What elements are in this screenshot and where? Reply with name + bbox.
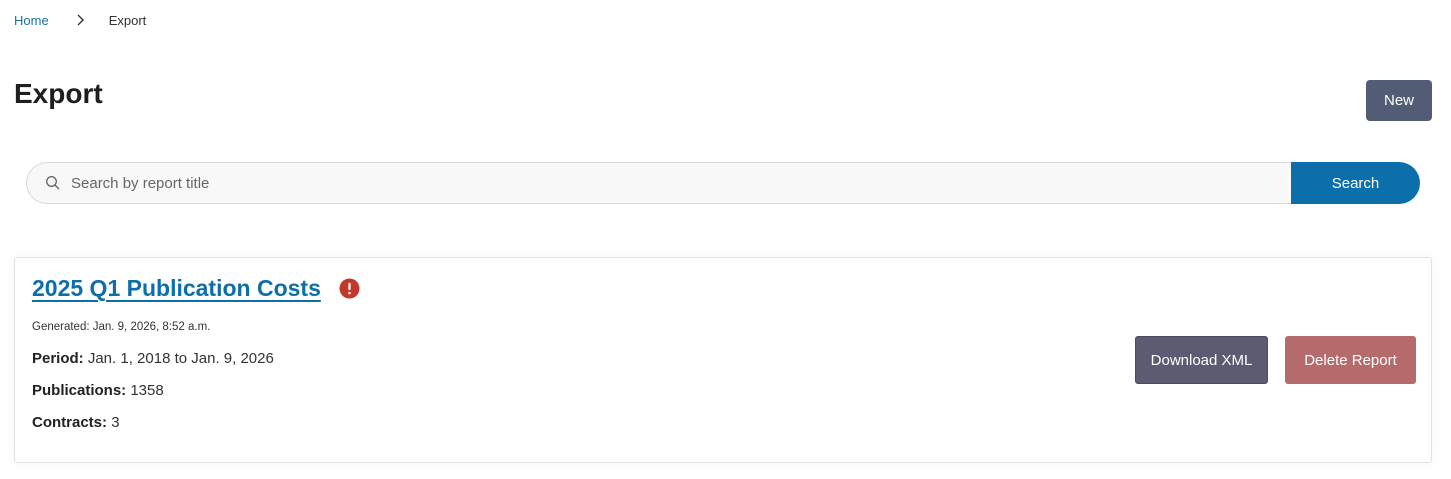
new-button[interactable]: New <box>1366 80 1432 121</box>
report-card: 2025 Q1 Publication Costs Generated: Jan… <box>14 257 1432 463</box>
chevron-right-icon <box>75 12 87 28</box>
search-form: Search <box>26 162 1420 204</box>
report-publications: Publications: 1358 <box>32 382 164 399</box>
period-value: Jan. 1, 2018 to Jan. 9, 2026 <box>87 350 274 367</box>
delete-report-button[interactable]: Delete Report <box>1285 336 1416 384</box>
publications-value: 1358 <box>130 382 164 399</box>
search-field <box>26 162 1291 204</box>
breadcrumb: Home Export <box>14 12 146 28</box>
report-generated-date: Generated: Jan. 9, 2026, 8:52 a.m. <box>32 321 211 333</box>
report-title-row: 2025 Q1 Publication Costs <box>32 275 360 302</box>
period-label: Period: <box>32 350 88 367</box>
contracts-value: 3 <box>111 414 120 431</box>
search-input[interactable] <box>71 174 1291 192</box>
page-title: Export <box>14 78 103 109</box>
report-title-link[interactable]: 2025 Q1 Publication Costs <box>32 275 321 302</box>
export-page: Home Export Export New Search 2025 Q1 Pu… <box>0 0 1451 479</box>
download-xml-button[interactable]: Download XML <box>1135 336 1268 384</box>
contracts-label: Contracts: <box>32 414 112 431</box>
report-contracts: Contracts: 3 <box>32 414 120 431</box>
search-icon <box>45 175 61 191</box>
report-period: Period: Jan. 1, 2018 to Jan. 9, 2026 <box>32 350 274 367</box>
exclamation-alert-icon <box>339 278 360 299</box>
publications-label: Publications: <box>32 382 131 399</box>
search-button[interactable]: Search <box>1291 162 1420 204</box>
breadcrumb-home-link[interactable]: Home <box>14 13 49 28</box>
breadcrumb-current: Export <box>108 12 147 28</box>
